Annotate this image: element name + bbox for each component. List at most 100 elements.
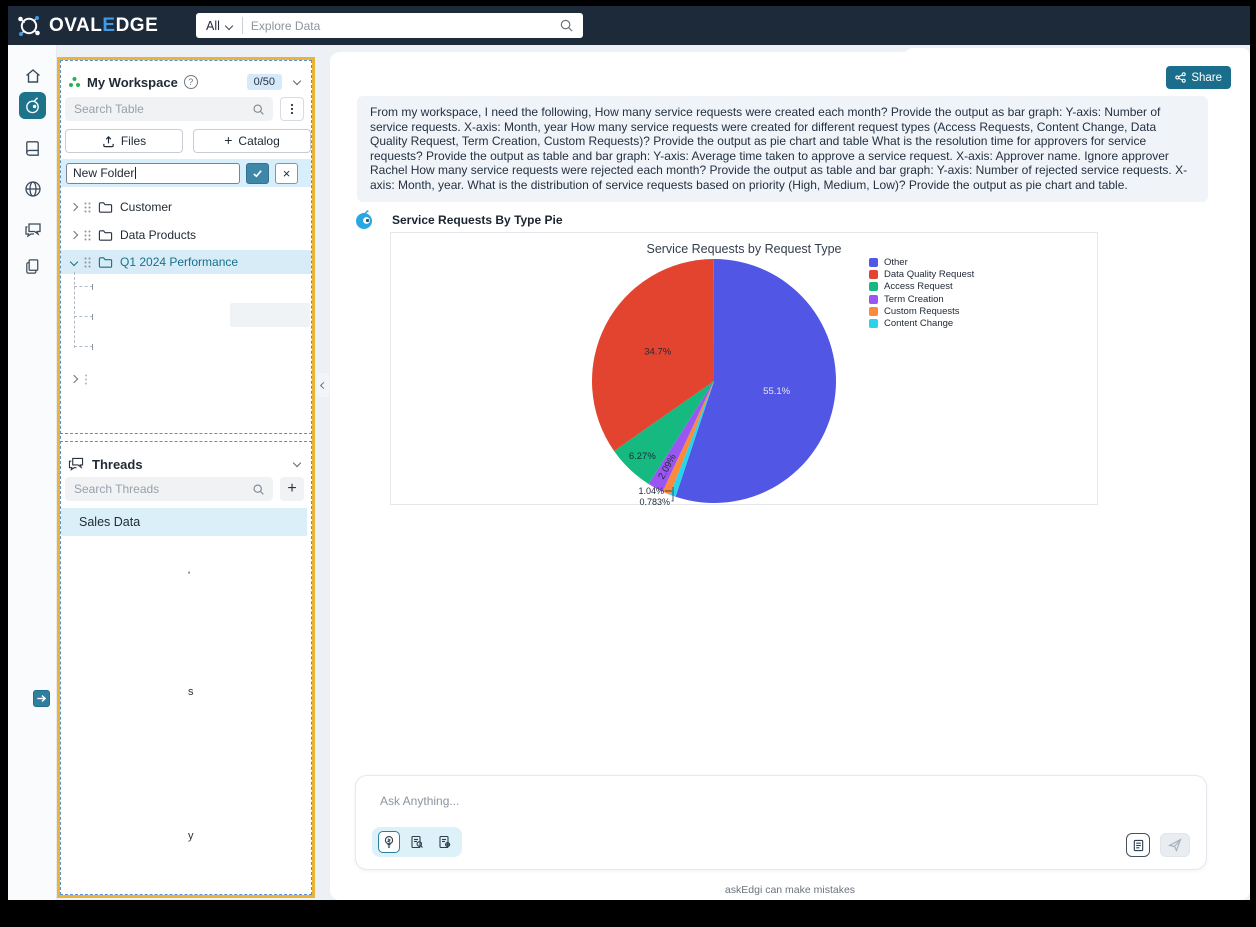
drag-handle-icon[interactable] <box>84 374 88 385</box>
pie-callout-label: 1.04% <box>638 486 664 496</box>
new-thread-button[interactable]: + <box>280 477 304 501</box>
catalog-button[interactable]: + Catalog <box>193 129 311 153</box>
tree-item-customer[interactable]: Customer <box>61 196 311 218</box>
thread-label: Sales Data <box>79 515 140 529</box>
workspace-cluster-icon <box>68 76 81 89</box>
new-folder-row: New Folder × <box>61 159 311 187</box>
ask-right-tools <box>1126 833 1190 857</box>
text-fragment: ' <box>188 570 190 582</box>
pie-value-label: 34.7% <box>644 347 671 358</box>
pie-chart-card: Service Requests by Request Type 55.1%2.… <box>390 232 1098 505</box>
tree-guide-line <box>74 272 75 348</box>
brand-name: OVALEDGE <box>49 15 158 37</box>
disclaimer-text: askEdgi can make mistakes <box>330 884 1250 896</box>
confirm-folder-button[interactable] <box>246 163 269 184</box>
threads-title: Threads <box>92 457 143 472</box>
tree-item-label: Q1 2024 Performance <box>120 255 238 269</box>
legend-swatch <box>869 319 878 328</box>
threads-chat-icon <box>68 457 84 471</box>
document-settings-icon[interactable] <box>434 831 456 853</box>
panel-gutter <box>315 57 330 900</box>
help-icon[interactable]: ? <box>184 75 198 89</box>
text-caret <box>135 167 136 179</box>
tree-item-data-products[interactable]: Data Products <box>61 224 311 246</box>
legend-item[interactable]: Data Quality Request <box>869 268 974 280</box>
catalog-label: Catalog <box>238 134 279 148</box>
ask-tools-group <box>372 827 462 857</box>
plus-icon: + <box>224 132 232 148</box>
search-scope-dropdown[interactable]: All <box>196 13 242 38</box>
chevron-down-icon <box>225 21 233 29</box>
share-button[interactable]: Share <box>1166 66 1231 89</box>
legend-item[interactable]: Term Creation <box>869 293 974 305</box>
chevron-right-icon <box>70 203 78 211</box>
catalog-book-icon[interactable] <box>19 135 46 162</box>
application-window: OVALEDGE All <box>0 0 1256 927</box>
search-table-input[interactable] <box>65 102 252 116</box>
cancel-folder-button[interactable]: × <box>275 163 298 184</box>
document-search-icon[interactable] <box>406 831 428 853</box>
workspace-menu-kebab[interactable] <box>280 97 304 121</box>
legend-item[interactable]: Custom Requests <box>869 305 974 317</box>
lightbulb-icon[interactable] <box>378 831 400 853</box>
home-icon[interactable] <box>19 62 46 89</box>
askedgi-avatar <box>354 210 374 230</box>
tree-branch <box>74 316 93 317</box>
legend-item[interactable]: Other <box>869 256 974 268</box>
tree-branch <box>74 346 93 347</box>
text-fragment: y <box>188 830 194 842</box>
workspace-header: My Workspace ? 0/50 <box>68 72 304 92</box>
chat-icon[interactable] <box>19 215 46 242</box>
chart-legend: OtherData Quality RequestAccess Request T… <box>869 256 974 330</box>
ask-input[interactable] <box>368 788 1194 814</box>
search-icon[interactable] <box>252 103 265 116</box>
share-label: Share <box>1191 72 1222 84</box>
search-threads-box <box>65 477 273 501</box>
drag-handle-icon[interactable] <box>84 202 91 213</box>
askedgi-bot-icon[interactable] <box>19 92 46 119</box>
globe-icon[interactable] <box>19 175 46 202</box>
left-icon-rail <box>8 45 57 900</box>
legend-label: Term Creation <box>884 294 944 305</box>
chevron-down-icon <box>70 258 78 266</box>
legend-swatch <box>869 295 878 304</box>
app-background: OVALEDGE All <box>8 6 1250 900</box>
files-button[interactable]: Files <box>65 129 183 153</box>
legend-item[interactable]: Access Request <box>869 281 974 293</box>
documents-icon[interactable] <box>19 253 46 280</box>
search-table-box <box>65 97 273 121</box>
workspace-title: My Workspace <box>87 75 178 90</box>
new-folder-input[interactable]: New Folder <box>66 163 240 184</box>
collapse-workspace-chevron[interactable] <box>293 76 301 84</box>
legend-swatch <box>869 258 878 267</box>
collapse-threads-chevron[interactable] <box>293 458 301 466</box>
document-icon[interactable] <box>1126 833 1150 857</box>
thread-item-sales-data[interactable]: Sales Data <box>61 508 307 536</box>
tree-item-collapsed[interactable] <box>61 368 311 390</box>
tree-item-label: Customer <box>120 200 172 214</box>
collapse-panel-handle[interactable] <box>317 373 329 397</box>
search-icon[interactable] <box>559 18 574 33</box>
brand-logo: OVALEDGE <box>16 6 158 45</box>
pie-value-label: 6.27% <box>629 451 656 462</box>
legend-label: Custom Requests <box>884 306 960 317</box>
global-search: All <box>196 13 583 38</box>
legend-item[interactable]: Content Change <box>869 317 974 329</box>
search-icon[interactable] <box>252 483 265 496</box>
ovaledge-logo-icon <box>16 13 42 39</box>
expand-arrow-button[interactable] <box>33 690 50 707</box>
legend-label: Access Request <box>884 281 953 292</box>
global-search-input[interactable] <box>243 19 559 33</box>
tree-item-q1-2024-performance[interactable]: Q1 2024 Performance <box>61 250 311 274</box>
new-folder-value: New Folder <box>73 166 134 180</box>
section-divider <box>60 441 312 442</box>
response-heading: Service Requests By Type Pie <box>392 213 563 227</box>
search-threads-input[interactable] <box>65 482 252 496</box>
tree-item-label: Data Products <box>120 228 196 242</box>
legend-swatch <box>869 270 878 279</box>
send-button[interactable] <box>1160 833 1190 857</box>
drag-handle-icon[interactable] <box>84 230 91 241</box>
ask-bar <box>355 775 1207 870</box>
legend-label: Data Quality Request <box>884 269 974 280</box>
drag-handle-icon[interactable] <box>84 257 91 268</box>
